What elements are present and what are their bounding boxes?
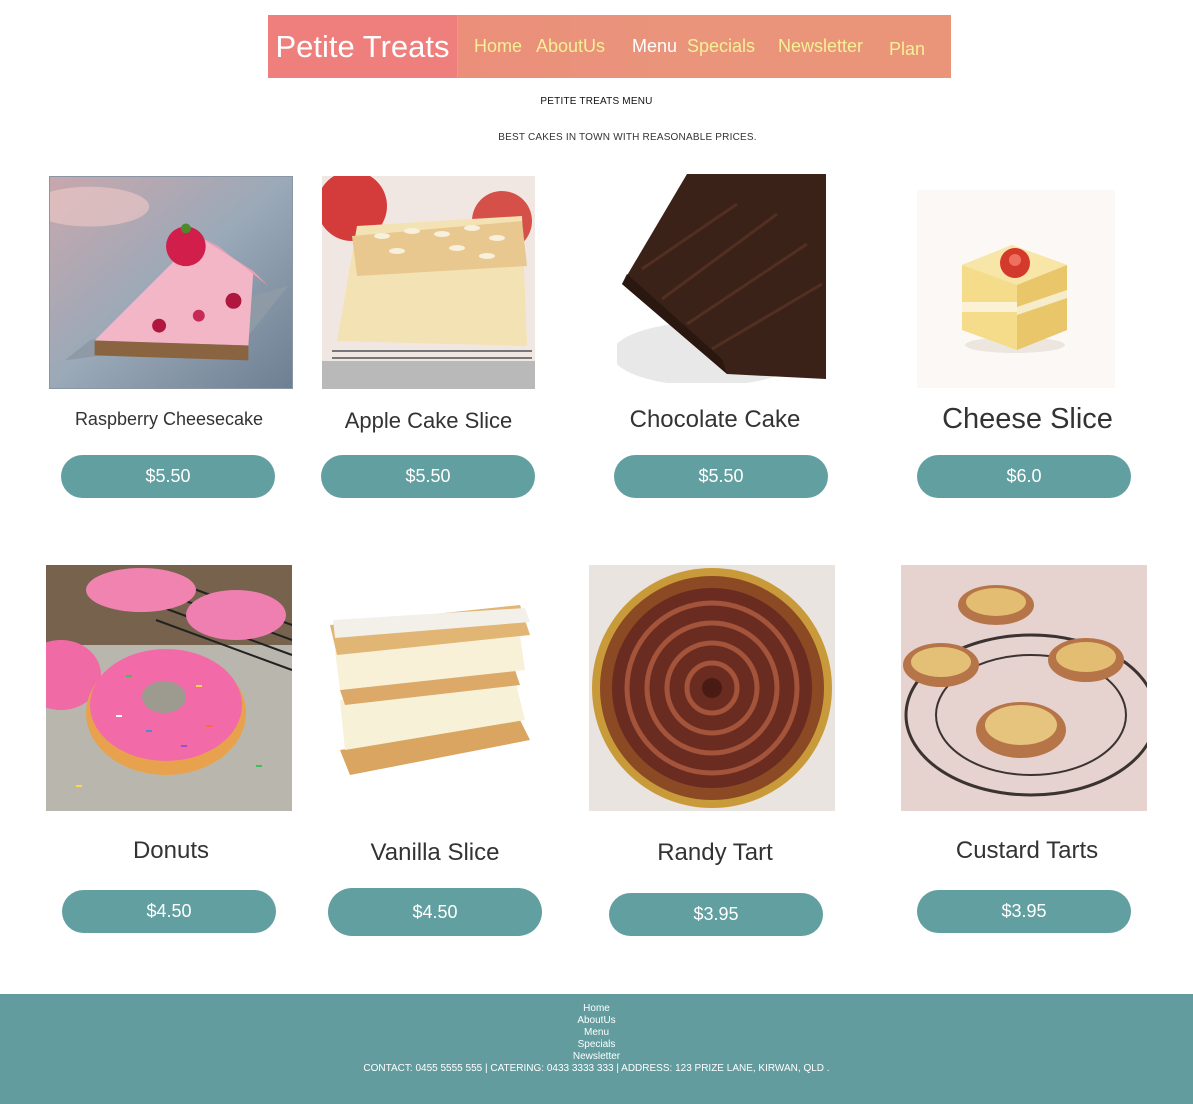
price-button[interactable]: $4.50 <box>62 890 276 933</box>
nav-home[interactable]: Home <box>474 36 522 57</box>
footer-link-aboutus[interactable]: AboutUs <box>0 1015 1193 1027</box>
price-button[interactable]: $5.50 <box>614 455 828 498</box>
product-name: Vanilla Slice <box>370 839 500 866</box>
price-button[interactable]: $5.50 <box>61 455 275 498</box>
nav-specials[interactable]: Specials <box>687 36 755 57</box>
nav-newsletter[interactable]: Newsletter <box>778 36 863 57</box>
nav-menu[interactable]: Menu <box>632 36 677 57</box>
site-footer: Home AboutUs Menu Specials Newsletter CO… <box>0 994 1193 1104</box>
apple-cake-slice-image <box>322 176 535 389</box>
product-name: Raspberry Cheesecake <box>74 409 264 429</box>
donuts-image <box>46 565 292 811</box>
footer-link-specials[interactable]: Specials <box>0 1039 1193 1051</box>
footer-link-home[interactable]: Home <box>0 1003 1193 1015</box>
site-header: Petite Treats Home AboutUs Menu Specials… <box>268 15 951 78</box>
brand-logo[interactable]: Petite Treats <box>268 15 458 78</box>
price-button[interactable]: $3.95 <box>609 893 823 936</box>
page-title: PETITE TREATS MENU <box>540 96 653 107</box>
price-button[interactable]: $3.95 <box>917 890 1131 933</box>
product-name: Chocolate Cake <box>629 406 801 433</box>
nav-plan[interactable]: Plan <box>889 39 925 60</box>
price-button[interactable]: $4.50 <box>328 888 542 936</box>
custard-tarts-image <box>901 565 1147 811</box>
price-button[interactable]: $6.0 <box>917 455 1131 498</box>
price-button[interactable]: $5.50 <box>321 455 535 498</box>
footer-contact-info: CONTACT: 0455 5555 555 | CATERING: 0433 … <box>363 1063 830 1074</box>
raspberry-cheesecake-image <box>49 176 293 389</box>
randy-tart-image <box>589 565 835 811</box>
nav-aboutus[interactable]: AboutUs <box>536 36 605 57</box>
footer-nav: Home AboutUs Menu Specials Newsletter <box>0 1003 1193 1063</box>
footer-link-menu[interactable]: Menu <box>0 1027 1193 1039</box>
product-name: Randy Tart <box>657 839 773 866</box>
vanilla-slice-image <box>325 600 535 780</box>
cheese-slice-image <box>917 190 1115 388</box>
product-name: Donuts <box>132 837 210 864</box>
product-name: Cheese Slice <box>942 403 1113 435</box>
product-name: Custard Tarts <box>955 837 1099 864</box>
footer-link-newsletter[interactable]: Newsletter <box>0 1051 1193 1063</box>
product-name: Apple Cake Slice <box>344 408 513 433</box>
page-subtitle: BEST CAKES IN TOWN WITH REASONABLE PRICE… <box>498 132 757 143</box>
chocolate-cake-image <box>617 174 826 383</box>
